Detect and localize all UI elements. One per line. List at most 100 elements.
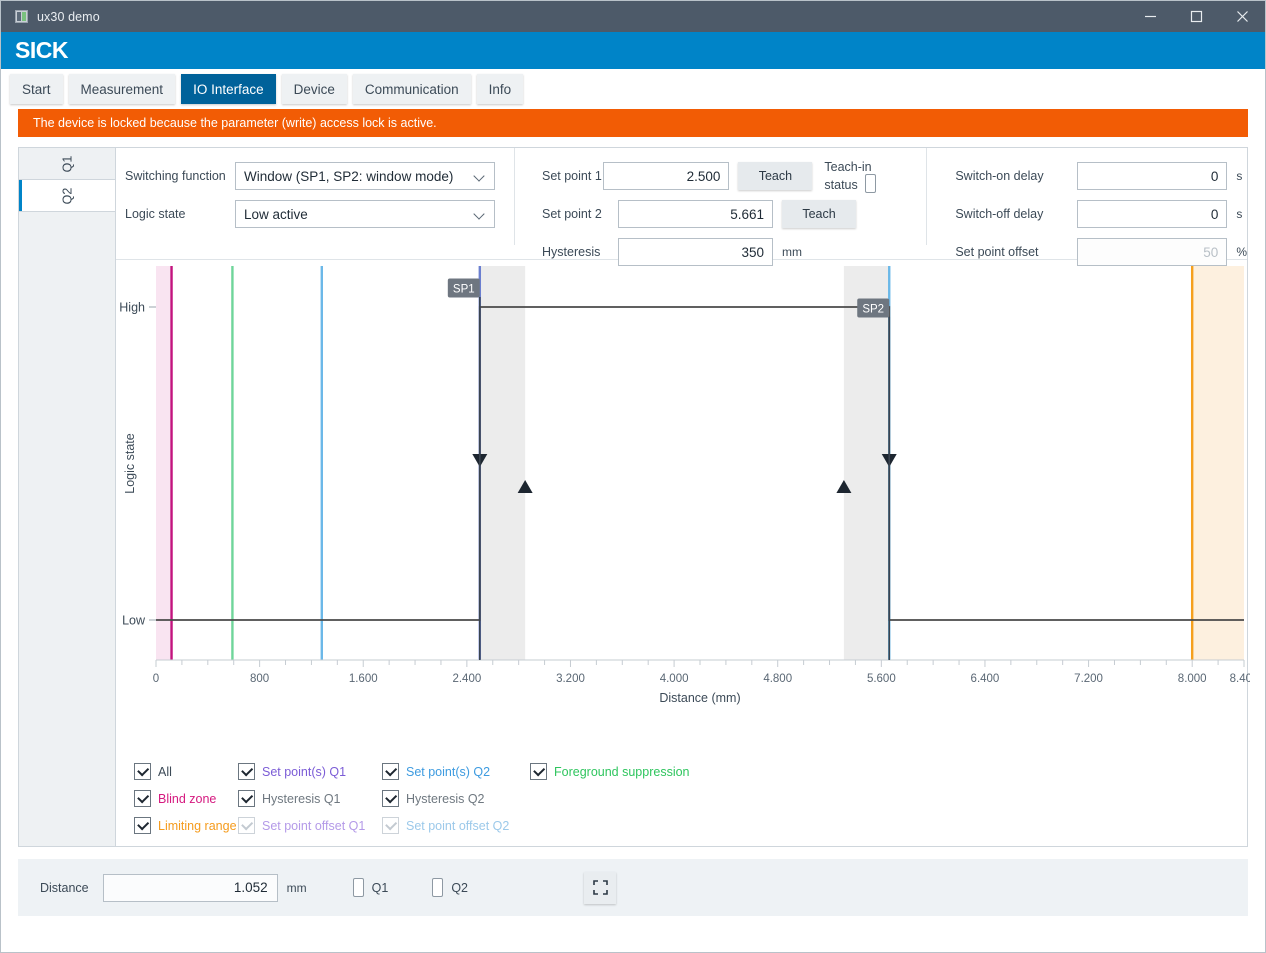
legend-item-hysteresis-q2[interactable]: Hysteresis Q2	[382, 790, 530, 807]
q1-indicator-label: Q1	[371, 880, 389, 895]
checkbox-limiting-range[interactable]	[134, 817, 151, 834]
legend-label-all: All	[158, 764, 172, 779]
legend-item-blind-zone[interactable]: Blind zone	[134, 790, 238, 807]
tab-communication[interactable]: Communication	[352, 74, 471, 104]
checkbox-blind-zone[interactable]	[134, 790, 151, 807]
teach-in-status: Teach-in status	[824, 160, 906, 193]
svg-text:Logic state: Logic state	[123, 433, 137, 494]
svg-text:Distance (mm): Distance (mm)	[659, 691, 740, 705]
chart-canvas: High Low Logic state 0 800 1.600 2.400 3.200 4.0…	[119, 266, 1250, 705]
form-group-setpoints: Set point 1 2.500 Teach Teach-in status …	[514, 148, 906, 266]
output-tab-q2[interactable]: Q2	[19, 180, 115, 212]
logic-state-select[interactable]: Low active	[235, 200, 495, 228]
tab-info[interactable]: Info	[476, 74, 524, 104]
chevron-down-icon	[474, 208, 486, 220]
checkbox-set-points-q1[interactable]	[238, 763, 255, 780]
distance-unit: mm	[286, 880, 307, 895]
status-bar-container: Distance 1.052 mm Q1 Q2	[1, 847, 1265, 916]
device-locked-banner: The device is locked because the paramet…	[18, 109, 1248, 137]
switch-off-delay-input[interactable]: 0	[1077, 200, 1228, 228]
svg-text:8.400: 8.400	[1230, 673, 1250, 685]
svg-text:5.600: 5.600	[867, 673, 896, 685]
legend-item-set-point-offset-q1: Set point offset Q1	[238, 817, 382, 834]
brand-bar: SICK	[1, 32, 1265, 69]
switch-on-delay-unit: s	[1236, 169, 1243, 183]
switch-on-delay-label: Switch-on delay	[955, 169, 1044, 183]
legend-label-foreground-suppression: Foreground suppression	[554, 764, 690, 779]
legend-label-blind-zone: Blind zone	[158, 791, 217, 806]
legend-row: Blind zone Hysteresis Q1 Hysteresis Q2	[134, 790, 690, 807]
tab-io-interface[interactable]: IO Interface	[181, 74, 276, 104]
hysteresis-unit: mm	[782, 245, 802, 259]
set-point-2-label: Set point 2	[542, 207, 602, 221]
q1-led-icon	[352, 878, 364, 897]
status-bar: Distance 1.052 mm Q1 Q2	[18, 859, 1248, 916]
legend-item-all[interactable]: All	[134, 763, 238, 780]
q1-indicator: Q1	[352, 878, 389, 897]
legend-item-foreground-suppression[interactable]: Foreground suppression	[530, 763, 690, 780]
switch-off-delay-label: Switch-off delay	[955, 207, 1044, 221]
output-tab-rail-filler	[19, 212, 115, 846]
legend-item-set-points-q1[interactable]: Set point(s) Q1	[238, 763, 382, 780]
chart-band	[843, 266, 890, 660]
svg-text:0: 0	[153, 673, 159, 685]
legend-row: All Set point(s) Q1 Set point(s) Q2 Fore…	[134, 763, 690, 780]
set-point-offset-label: Set point offset	[955, 245, 1039, 259]
svg-text:SP1: SP1	[453, 284, 475, 296]
logic-state-row: Logic state Low active	[125, 200, 495, 228]
set-point-2-input[interactable]: 5.661	[618, 200, 773, 228]
fullscreen-button[interactable]	[584, 871, 617, 904]
switch-off-delay-row: Switch-off delay 0 s	[955, 200, 1247, 228]
legend-label-set-points-q2: Set point(s) Q2	[406, 764, 491, 779]
window-title: ux30 demo	[37, 9, 100, 24]
tab-device[interactable]: Device	[281, 74, 347, 104]
legend-item-set-points-q2[interactable]: Set point(s) Q2	[382, 763, 530, 780]
legend-item-set-point-offset-q2: Set point offset Q2	[382, 817, 530, 834]
q2-indicator: Q2	[432, 878, 468, 897]
switch-off-delay-unit: s	[1236, 207, 1243, 221]
checkbox-hysteresis-q1[interactable]	[238, 790, 255, 807]
output-tab-q1[interactable]: Q1	[19, 148, 115, 180]
svg-text:4.000: 4.000	[660, 673, 689, 685]
distance-label: Distance	[40, 880, 89, 895]
banner-container: The device is locked because the paramet…	[1, 109, 1265, 137]
output-tab-rail: Q1 Q2	[19, 148, 116, 846]
svg-text:4.800: 4.800	[763, 673, 792, 685]
form-group-delays: Switch-on delay 0 s Switch-off delay 0 s…	[926, 148, 1247, 266]
set-point-1-label: Set point 1	[542, 169, 602, 183]
svg-text:3.200: 3.200	[556, 673, 585, 685]
set-point-2-row: Set point 2 5.661 Teach	[542, 200, 906, 228]
legend-item-hysteresis-q1[interactable]: Hysteresis Q1	[238, 790, 382, 807]
tab-measurement[interactable]: Measurement	[68, 74, 176, 104]
switching-function-select[interactable]: Window (SP1, SP2: window mode)	[235, 162, 495, 190]
application-window: ux30 demo SICK Start Measurement IO Inte…	[0, 0, 1266, 953]
legend-label-set-point-offset-q2: Set point offset Q2	[406, 818, 510, 833]
switch-on-delay-input[interactable]: 0	[1077, 162, 1228, 190]
teach-in-status-led-icon	[864, 173, 876, 193]
brand-logo: SICK	[15, 37, 68, 63]
app-icon	[15, 10, 28, 23]
set-point-2-teach-button[interactable]: Teach	[782, 200, 856, 228]
set-point-1-teach-button[interactable]: Teach	[738, 162, 813, 190]
chart-band	[156, 266, 172, 660]
parameter-form: Switching function Window (SP1, SP2: win…	[116, 148, 1247, 266]
legend-item-limiting-range[interactable]: Limiting range	[134, 817, 238, 834]
checkbox-set-points-q2[interactable]	[382, 763, 399, 780]
legend-label-limiting-range: Limiting range	[158, 818, 237, 833]
title-bar: ux30 demo	[1, 1, 1265, 32]
tab-start[interactable]: Start	[10, 74, 63, 104]
minimize-icon[interactable]	[1127, 1, 1173, 32]
set-point-1-input[interactable]: 2.500	[603, 162, 730, 190]
svg-text:6.400: 6.400	[971, 673, 1000, 685]
checkbox-hysteresis-q2[interactable]	[382, 790, 399, 807]
close-icon[interactable]	[1219, 1, 1265, 32]
maximize-icon[interactable]	[1173, 1, 1219, 32]
svg-text:7.200: 7.200	[1074, 673, 1103, 685]
chart-band	[1192, 266, 1244, 660]
set-point-offset-unit: %	[1236, 245, 1247, 259]
logic-state-value: Low active	[244, 206, 308, 222]
checkbox-all[interactable]	[134, 763, 151, 780]
distance-value: 1.052	[102, 873, 278, 902]
checkbox-foreground-suppression[interactable]	[530, 763, 547, 780]
svg-text:SP2: SP2	[862, 304, 884, 316]
